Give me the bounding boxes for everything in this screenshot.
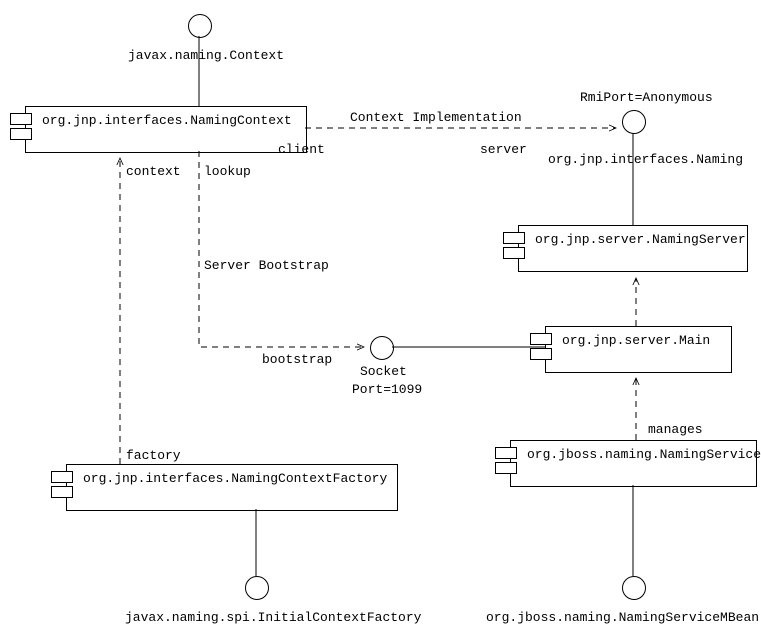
server-label: server [480, 142, 527, 157]
lookup-label: lookup [204, 164, 251, 179]
context-implementation-label: Context Implementation [350, 110, 522, 125]
manages-label: manages [648, 422, 703, 437]
bootstrap-label: bootstrap [262, 352, 332, 367]
context-role-label: context [126, 164, 181, 179]
connectors [0, 0, 761, 644]
client-label: client [278, 142, 325, 157]
server-bootstrap-label: Server Bootstrap [204, 258, 329, 273]
uml-diagram: javax.naming.Context RmiPort=Anonymous o… [0, 0, 761, 644]
factory-label: factory [126, 448, 181, 463]
